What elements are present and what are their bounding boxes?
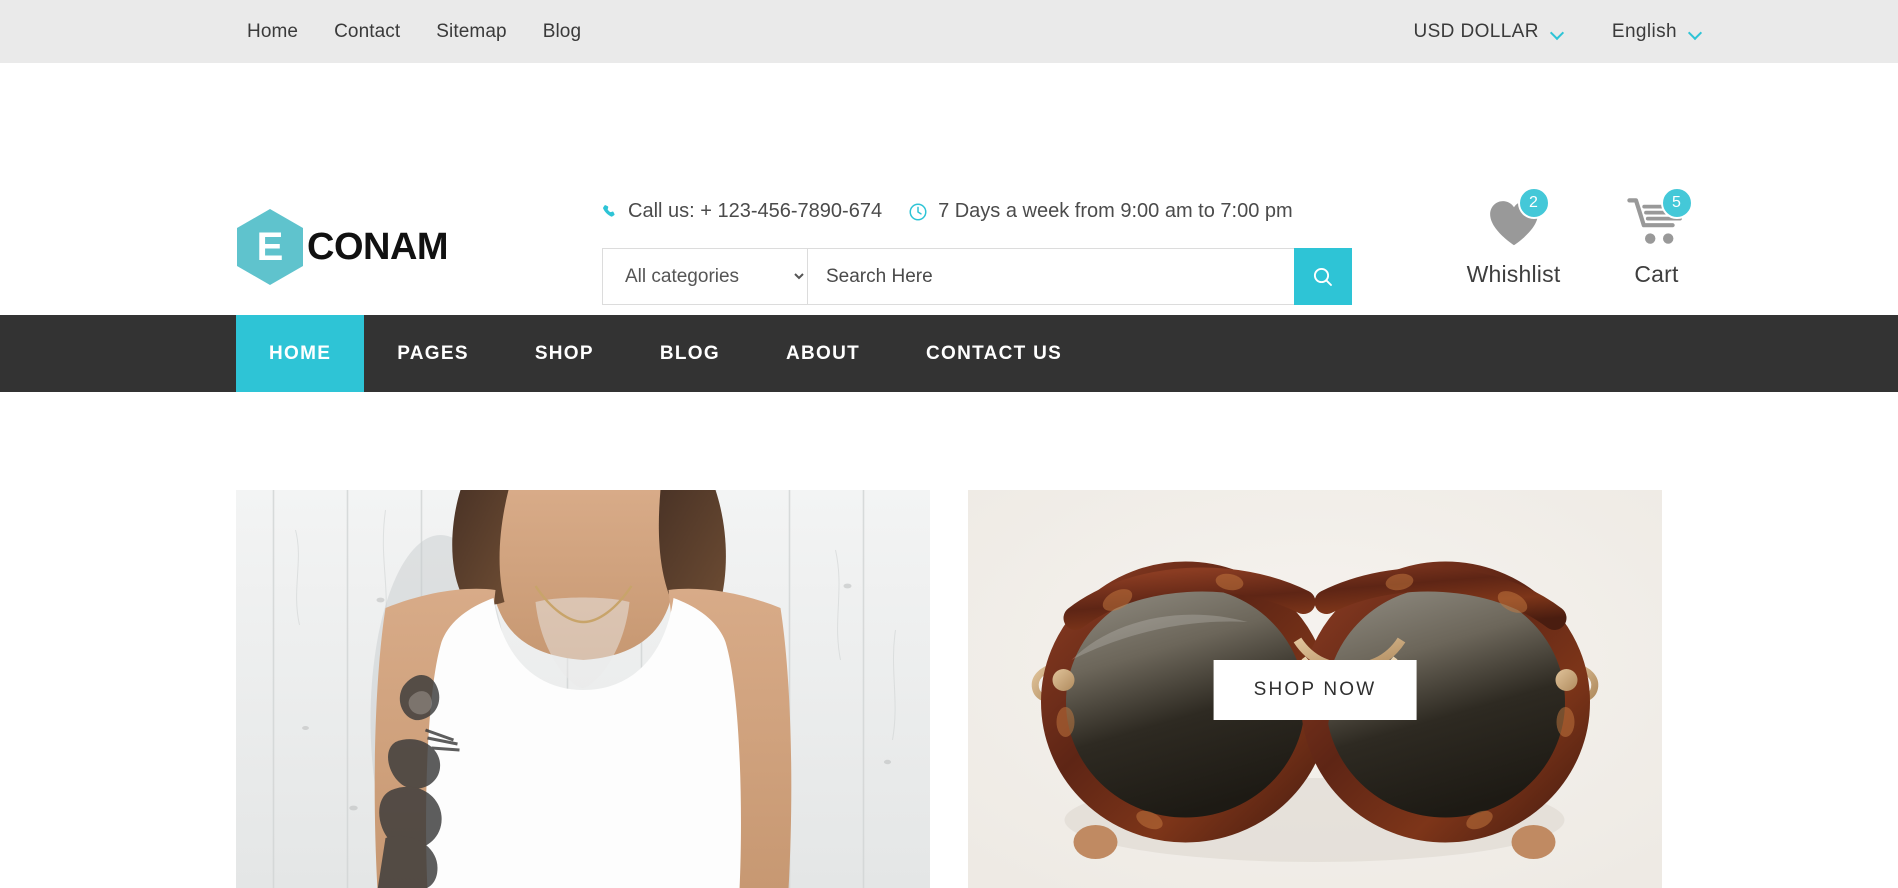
wishlist-button[interactable]: 2 Whishlist — [1461, 187, 1566, 288]
promo-banners: SHOP NOW — [0, 490, 1898, 888]
logo-mark: E — [256, 225, 284, 269]
language-label: English — [1611, 20, 1677, 42]
shop-now-button[interactable]: SHOP NOW — [1213, 660, 1417, 720]
nav-item-home[interactable]: HOME — [236, 315, 365, 392]
contact-phone-text: Call us: + 123-456-7890-674 — [628, 200, 883, 222]
search-submit-button[interactable] — [1294, 248, 1352, 305]
chevron-down-icon — [1551, 28, 1564, 36]
search-category-select[interactable]: All categories — [602, 248, 807, 305]
cart-count-badge: 5 — [1660, 187, 1693, 219]
logo-hexagon-icon: E — [237, 209, 303, 285]
cart-icon-wrap: 5 — [1604, 187, 1709, 253]
topbar-link-home[interactable]: Home — [247, 21, 298, 43]
nav-item-pages[interactable]: PAGES — [364, 315, 502, 392]
phone-icon — [603, 204, 615, 217]
contact-phone: Call us: + 123-456-7890-674 — [601, 200, 882, 223]
language-selector[interactable]: English — [1612, 21, 1702, 43]
wishlist-icon-wrap: 2 — [1461, 187, 1566, 253]
nav-item-shop[interactable]: SHOP — [502, 315, 627, 392]
cart-button[interactable]: 5 Cart — [1604, 187, 1709, 288]
clock-icon — [909, 202, 927, 221]
wishlist-count-badge: 2 — [1517, 187, 1550, 219]
top-bar-links: Home Contact Sitemap Blog — [247, 21, 581, 43]
nav-item-contact-us[interactable]: CONTACT US — [893, 315, 1095, 392]
topbar-link-blog[interactable]: Blog — [543, 21, 581, 43]
header-contact-info: Call us: + 123-456-7890-674 7 Days a wee… — [601, 200, 1293, 223]
logo-wordmark: CONAM — [307, 225, 449, 268]
search-bar: All categories — [602, 248, 1352, 305]
topbar-link-contact[interactable]: Contact — [334, 21, 400, 43]
main-navigation: HOME PAGES SHOP BLOG ABOUT CONTACT US — [0, 315, 1898, 392]
search-icon — [1313, 267, 1332, 286]
cart-label: Cart — [1634, 261, 1679, 287]
nav-item-blog[interactable]: BLOG — [627, 315, 753, 392]
apparel-banner[interactable] — [236, 490, 930, 888]
contact-hours-text: 7 Days a week from 9:00 am to 7:00 pm — [938, 200, 1293, 222]
wishlist-label: Whishlist — [1466, 261, 1561, 287]
top-bar: Home Contact Sitemap Blog USD DOLLAR Eng… — [0, 0, 1898, 63]
topbar-link-sitemap[interactable]: Sitemap — [436, 21, 506, 43]
sunglasses-banner[interactable]: SHOP NOW — [968, 490, 1662, 888]
nav-item-about[interactable]: ABOUT — [753, 315, 893, 392]
contact-hours: 7 Days a week from 9:00 am to 7:00 pm — [908, 200, 1293, 223]
site-header: E CONAM Call us: + 123-456-7890-674 7 Da… — [0, 63, 1898, 315]
apparel-banner-image — [236, 490, 930, 888]
site-logo[interactable]: E CONAM — [237, 209, 449, 285]
currency-label: USD DOLLAR — [1413, 20, 1539, 42]
header-actions: 2 Whishlist 5 Cart — [1461, 187, 1709, 288]
top-bar-selectors: USD DOLLAR English — [1413, 21, 1702, 43]
currency-selector[interactable]: USD DOLLAR — [1413, 21, 1563, 43]
chevron-down-icon — [1689, 28, 1702, 36]
search-input[interactable] — [807, 248, 1294, 305]
